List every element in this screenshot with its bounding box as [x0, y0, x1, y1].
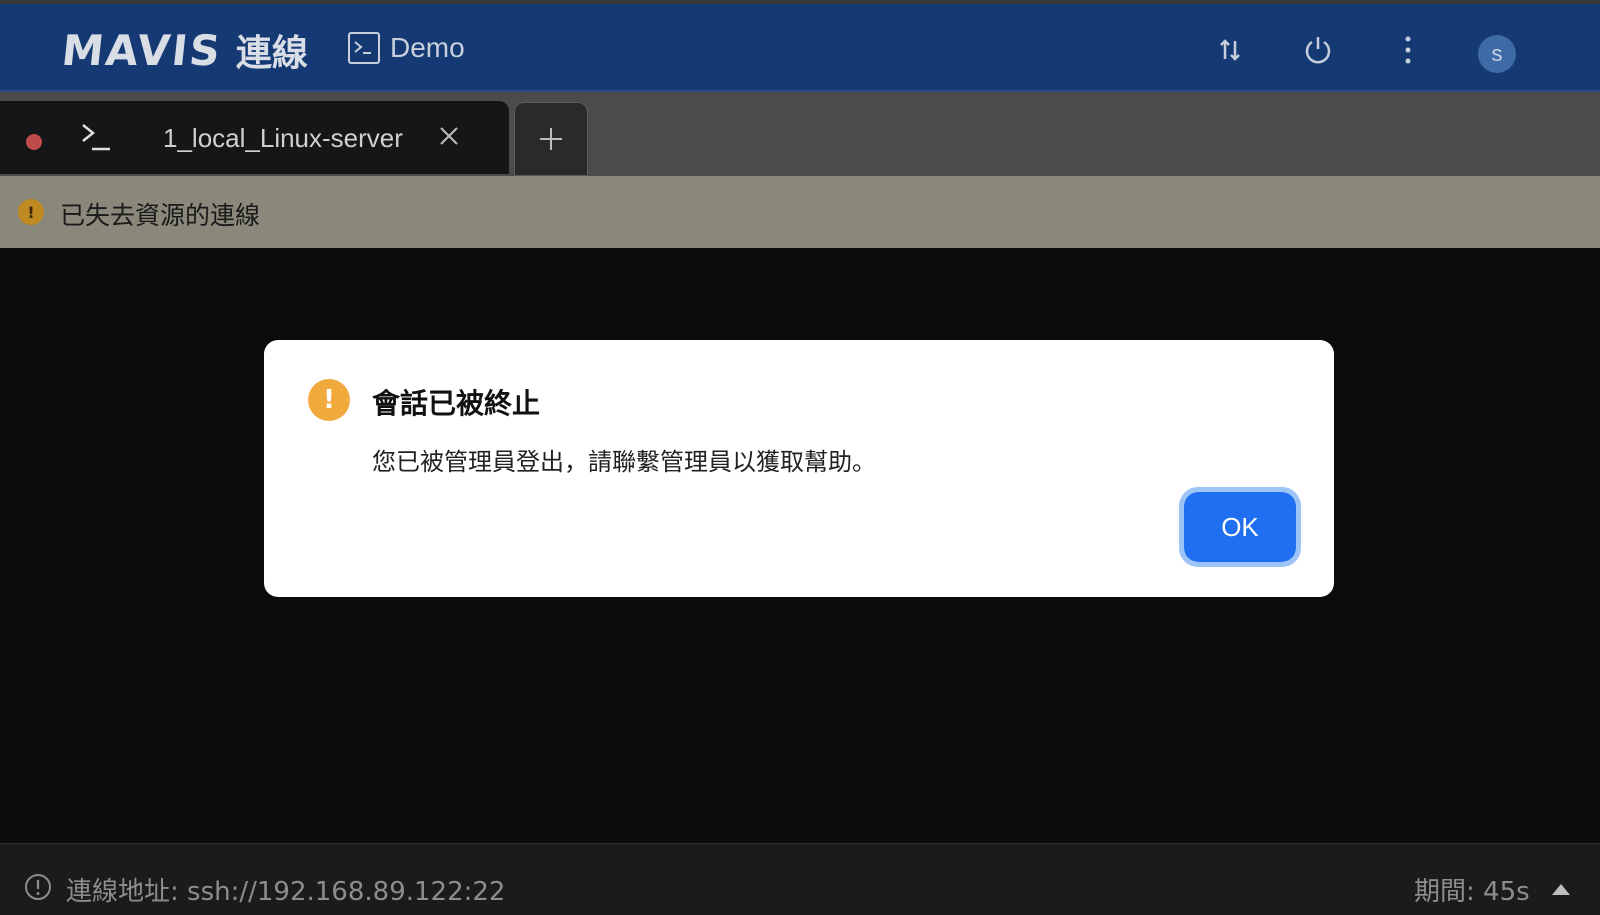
top-bar: MAVIS 連線 Demo s — [0, 0, 1600, 92]
transfer-icon[interactable] — [1212, 32, 1248, 68]
connection-warning-bar: ! 已失去資源的連線 — [0, 176, 1600, 248]
app-window: MAVIS 連線 Demo s 1_local_Linux-server ! 已… — [0, 0, 1600, 915]
session-terminated-dialog: ! 會話已被終止 您已被管理員登出，請聯繫管理員以獲取幫助。 OK — [264, 340, 1334, 597]
info-circle-icon — [24, 873, 52, 901]
connection-status-dot — [26, 134, 42, 150]
connection-address: 連線地址: ssh://192.168.89.122:22 — [66, 877, 506, 907]
power-icon[interactable] — [1300, 32, 1336, 68]
tab-session[interactable]: 1_local_Linux-server — [0, 101, 509, 174]
logo-subtitle: 連線 — [235, 33, 308, 74]
session-duration: 期間: 45s — [1414, 877, 1530, 907]
dialog-message: 您已被管理員登出，請聯繫管理員以獲取幫助。 — [372, 448, 876, 476]
terminal-prompt-icon — [80, 121, 112, 159]
add-tab-button[interactable] — [514, 102, 588, 176]
session-name: Demo — [390, 32, 465, 63]
logo-wordmark: MAVIS — [59, 25, 225, 75]
plus-icon — [540, 128, 562, 150]
ok-button[interactable]: OK — [1179, 487, 1301, 567]
alert-icon: ! — [308, 379, 350, 421]
terminal-icon — [348, 32, 380, 64]
user-avatar[interactable]: s — [1478, 35, 1516, 73]
warning-icon: ! — [18, 199, 44, 225]
expand-caret-icon[interactable] — [1552, 884, 1570, 895]
more-vertical-icon[interactable] — [1390, 32, 1426, 68]
tab-label: 1_local_Linux-server — [163, 123, 403, 153]
session-title: Demo — [348, 32, 465, 64]
app-logo[interactable]: MAVIS 連線 — [59, 25, 308, 75]
warning-text: 已失去資源的連線 — [60, 201, 261, 230]
status-bar: 連線地址: ssh://192.168.89.122:22 期間: 45s — [0, 843, 1600, 915]
dialog-title: 會話已被終止 — [372, 387, 541, 420]
tab-bar: 1_local_Linux-server — [0, 92, 1600, 176]
close-icon[interactable] — [438, 125, 460, 147]
